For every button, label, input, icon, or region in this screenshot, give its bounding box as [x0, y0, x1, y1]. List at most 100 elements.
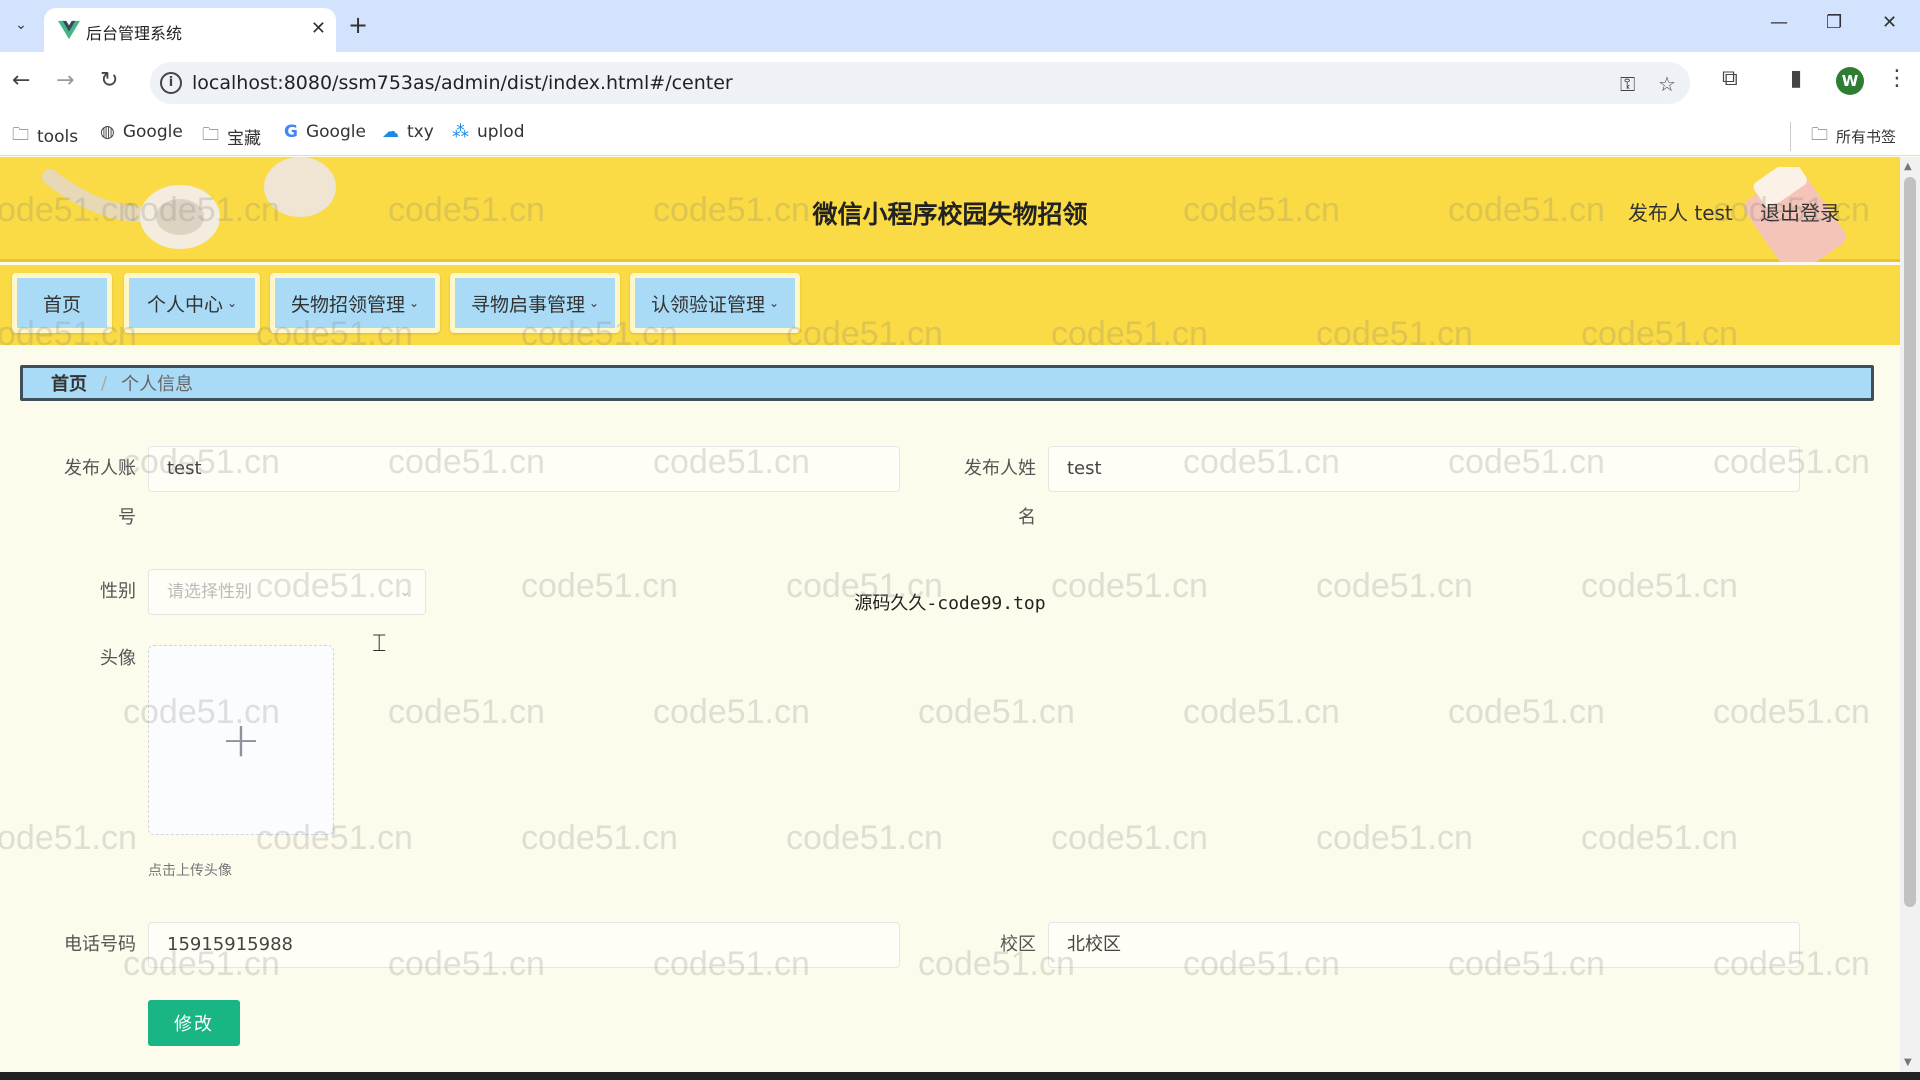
gender-placeholder: 请选择性别	[167, 582, 252, 602]
avatar-upload[interactable]: +	[148, 645, 334, 835]
avatar-label: 头像	[100, 648, 136, 669]
bookmark-tools[interactable]: 🗀 tools	[12, 122, 78, 151]
cloud-icon: ☁	[382, 122, 399, 142]
watermark-text: code51.cn	[1713, 693, 1870, 731]
account-label: 发布人账	[64, 458, 136, 479]
forward-icon[interactable]: →	[56, 68, 74, 93]
main-nav: 首页 个人中心 ⌄ 失物招领管理 ⌄ 寻物启事管理 ⌄ 认领验证管理 ⌄	[0, 265, 1900, 345]
watermark-text: code51.cn	[1183, 693, 1340, 731]
watermark-text: code51.cn	[0, 819, 137, 857]
site-info-icon[interactable]: i	[160, 72, 182, 94]
scroll-up-arrow-icon[interactable]: ▲	[1904, 161, 1912, 172]
tab-close-icon[interactable]: ✕	[311, 18, 326, 39]
gender-label: 性别	[100, 581, 136, 602]
bookmark-baozang[interactable]: 🗀 宝藏	[202, 122, 261, 151]
all-bookmarks[interactable]: 🗀 所有书签	[1790, 122, 1896, 151]
address-bar-row: ← → ↻ i localhost:8080/ssm753as/admin/di…	[0, 52, 1920, 112]
bookmark-label: Google	[122, 122, 183, 142]
site-title: 微信小程序校园失物招领	[812, 200, 1088, 229]
campus-input[interactable]: 北校区	[1048, 922, 1800, 968]
globe-icon: ◍	[100, 122, 115, 142]
nav-home-label: 首页	[42, 293, 81, 316]
nav-personal-center[interactable]: 个人中心 ⌄	[124, 273, 260, 333]
account-label-cont: 号	[118, 507, 136, 528]
submit-button[interactable]: 修改	[148, 1000, 240, 1046]
menu-kebab-icon[interactable]: ⋮	[1886, 66, 1908, 91]
phone-input[interactable]: 15915915988	[148, 922, 900, 968]
breadcrumb-current: 个人信息	[121, 374, 194, 395]
tab-title: 后台管理系统	[86, 24, 183, 43]
watermark-text: code51.cn	[653, 693, 810, 731]
watermark-text: code51.cn	[1316, 819, 1473, 857]
chevron-down-icon: ⌄	[399, 584, 411, 600]
page-content: 微信小程序校园失物招领 发布人 test 退出登录 首页 个人中心 ⌄ 失物招领…	[0, 157, 1900, 1072]
bookmark-label: tools	[37, 126, 79, 147]
bookmark-google-1[interactable]: ◍ Google	[100, 122, 183, 142]
nav-claim-verify[interactable]: 认领验证管理 ⌄	[630, 273, 800, 333]
nav-home[interactable]: 首页	[12, 273, 112, 333]
text-cursor-icon: ⌶	[372, 629, 387, 657]
watermark-text: code51.cn	[1051, 819, 1208, 857]
omnibox[interactable]: i localhost:8080/ssm753as/admin/dist/ind…	[150, 62, 1690, 104]
campus-label: 校区	[1000, 934, 1036, 955]
browser-tab-active[interactable]: 后台管理系统 ✕	[44, 8, 336, 52]
bookmark-label: 宝藏	[227, 129, 261, 149]
nav-lost-found[interactable]: 失物招领管理 ⌄	[270, 273, 440, 333]
bookmark-txy[interactable]: ☁ txy	[382, 122, 434, 142]
avatar-upload-tip: 点击上传头像	[148, 863, 232, 879]
watermark-text: code51.cn	[388, 693, 545, 731]
watermark-text: code51.cn	[918, 693, 1075, 731]
gender-select[interactable]: 请选择性别 ⌄	[148, 569, 426, 615]
extensions-icon[interactable]: ⧉	[1722, 66, 1738, 91]
breadcrumb-home[interactable]: 首页	[51, 370, 87, 396]
breadcrumb-separator: /	[101, 372, 108, 394]
password-key-icon[interactable]: ⚿	[1620, 72, 1635, 96]
nav-personal-center-label: 个人中心	[146, 293, 223, 316]
watermark-text: code51.cn	[1448, 693, 1605, 731]
new-tab-icon[interactable]: +	[348, 12, 368, 38]
bookmark-label: Google	[305, 122, 366, 142]
browser-tab-bar: ⌄ 后台管理系统 ✕ + — ❐ ✕	[0, 0, 1920, 52]
watermark-text: code51.cn	[786, 819, 943, 857]
chevron-down-icon: ⌄	[226, 296, 238, 310]
uplod-icon: ⁂	[452, 122, 469, 142]
chevron-down-icon: ⌄	[408, 296, 420, 310]
site-header: 微信小程序校园失物招领 发布人 test 退出登录	[0, 157, 1900, 262]
all-bookmarks-label: 所有书签	[1836, 128, 1897, 146]
taskbar-strip	[0, 1072, 1920, 1080]
scrollbar-thumb[interactable]	[1904, 177, 1916, 907]
plus-icon: +	[220, 712, 262, 768]
tab-list-chevron-icon[interactable]: ⌄	[8, 12, 34, 38]
nav-lost-notice-label: 寻物启事管理	[470, 293, 585, 316]
chevron-down-icon: ⌄	[588, 296, 600, 310]
name-input[interactable]: test	[1048, 446, 1800, 492]
nav-lost-notice[interactable]: 寻物启事管理 ⌄	[450, 273, 620, 333]
phone-label: 电话号码	[64, 934, 136, 955]
url-text: localhost:8080/ssm753as/admin/dist/index…	[192, 72, 733, 94]
bookmarks-bar: 🗀 tools ◍ Google 🗀 宝藏 G Google ☁ txy ⁂ u…	[0, 112, 1920, 156]
nav-lost-found-label: 失物招领管理	[290, 293, 405, 316]
folder-icon: 🗀	[1811, 125, 1828, 145]
folder-icon: 🗀	[12, 125, 29, 145]
profile-avatar[interactable]: W	[1836, 67, 1864, 95]
bookmark-label: uplod	[477, 122, 525, 142]
close-window-icon[interactable]: ✕	[1882, 12, 1897, 33]
nav-claim-verify-label: 认领验证管理	[650, 293, 765, 316]
header-user-info: 发布人 test	[1628, 201, 1733, 225]
watermark-text: code51.cn	[1581, 819, 1738, 857]
restore-icon[interactable]: ❐	[1826, 12, 1842, 33]
minimize-icon[interactable]: —	[1770, 12, 1788, 33]
bookmark-uplod[interactable]: ⁂ uplod	[452, 122, 524, 142]
reload-icon[interactable]: ↻	[100, 68, 118, 93]
logout-link[interactable]: 退出登录	[1760, 197, 1840, 226]
watermark-text: code51.cn	[521, 819, 678, 857]
bookmark-star-icon[interactable]: ☆	[1658, 72, 1676, 96]
name-label-cont: 名	[1018, 507, 1036, 528]
scroll-down-arrow-icon[interactable]: ▼	[1904, 1057, 1912, 1068]
google-icon: G	[284, 122, 298, 142]
account-input[interactable]: test	[148, 446, 900, 492]
page-scrollbar[interactable]: ▲ ▼	[1900, 157, 1920, 1072]
bookmark-google-2[interactable]: G Google	[284, 122, 366, 142]
side-panel-icon[interactable]: ▮	[1790, 66, 1802, 91]
back-icon[interactable]: ←	[12, 68, 30, 93]
